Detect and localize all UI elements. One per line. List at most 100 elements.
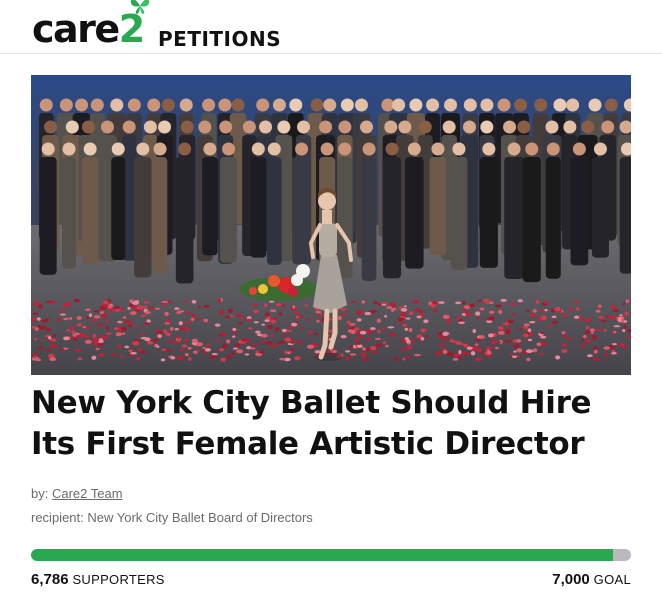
petal [409, 310, 414, 316]
petal [384, 314, 388, 318]
petal [259, 341, 266, 344]
petal [345, 356, 351, 361]
petal [486, 318, 492, 321]
petal [562, 334, 567, 338]
supporters-label: SUPPORTERS [72, 572, 165, 587]
petal [532, 348, 538, 353]
petal [442, 349, 448, 355]
petal [32, 352, 38, 357]
petal [230, 350, 235, 355]
petal [446, 320, 452, 324]
petal [169, 327, 174, 331]
dancer-head [180, 120, 194, 134]
petal [79, 333, 86, 338]
care2-logo[interactable]: care 2 [32, 0, 149, 51]
petal [490, 339, 495, 342]
petal [603, 328, 607, 332]
dancer-head [452, 142, 466, 156]
petal [230, 314, 234, 318]
petal [589, 328, 596, 332]
petal [38, 304, 43, 309]
petal [364, 311, 372, 316]
petal [598, 304, 602, 308]
petal [600, 319, 607, 323]
petal [581, 344, 585, 349]
dancer-head [340, 98, 354, 112]
petal [265, 341, 273, 346]
dancer-head [81, 120, 95, 134]
petal [270, 334, 275, 337]
dancer-head [259, 120, 273, 134]
petal [85, 308, 91, 312]
dancer-head [75, 98, 89, 112]
petal [292, 305, 296, 309]
petal [516, 348, 523, 353]
petal [621, 318, 625, 323]
petal [350, 300, 357, 304]
petition-recipient: recipient: New York City Ballet Board of… [31, 510, 313, 525]
dancer-head [178, 142, 192, 156]
petal [93, 310, 99, 313]
petal [584, 330, 591, 335]
dancer-body [522, 157, 541, 283]
petal [404, 336, 410, 341]
dancer-head [517, 120, 531, 134]
petal [117, 344, 122, 349]
petal [204, 347, 211, 352]
petal [84, 335, 90, 339]
dancer-head [222, 142, 236, 156]
petal [513, 344, 520, 348]
petal [591, 335, 598, 338]
dancer-head [572, 142, 586, 156]
petal [350, 329, 356, 335]
petal [120, 326, 128, 331]
petal [121, 332, 126, 335]
petal [512, 313, 516, 317]
petal [584, 341, 590, 344]
petal [555, 355, 561, 360]
petal [114, 309, 121, 312]
dancer-head [514, 98, 528, 112]
petal [296, 340, 303, 344]
petal [477, 299, 482, 302]
petal [365, 337, 371, 341]
dancer-head [463, 98, 477, 112]
signature-progress-bar [31, 549, 631, 561]
dancer-head [426, 98, 440, 112]
petal [74, 349, 82, 352]
petal [551, 320, 559, 325]
petal [240, 341, 247, 344]
petal [146, 341, 154, 345]
petal [101, 313, 108, 317]
petal [219, 348, 224, 352]
petal [609, 315, 614, 319]
petal [187, 346, 192, 350]
petal [76, 323, 83, 327]
petal [140, 336, 148, 340]
petal [420, 337, 425, 341]
dancer-head [482, 142, 496, 156]
petal [269, 309, 277, 313]
petal [31, 325, 37, 329]
author-link[interactable]: Care2 Team [52, 486, 123, 501]
petal [382, 327, 386, 331]
petal [258, 350, 265, 354]
petal [425, 334, 429, 338]
petal [518, 327, 523, 331]
petal [412, 300, 420, 304]
petal [143, 301, 150, 304]
petal [63, 317, 69, 321]
petal [92, 333, 96, 338]
dancer-body [152, 157, 168, 274]
dancer-head [534, 98, 548, 112]
dancer-head [525, 142, 539, 156]
logo-word: care [32, 7, 120, 51]
petal [619, 343, 625, 348]
petal [586, 354, 593, 358]
petal [165, 319, 171, 323]
petal [144, 311, 151, 315]
petal [377, 329, 381, 333]
petal [593, 349, 598, 354]
petal [271, 344, 276, 348]
dancer-body [250, 157, 267, 258]
